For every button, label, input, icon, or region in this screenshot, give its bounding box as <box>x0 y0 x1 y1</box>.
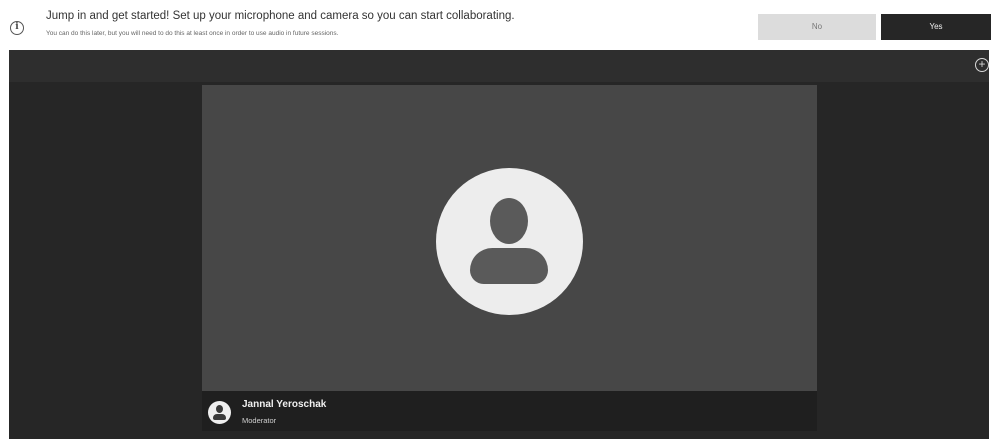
banner-title: Jump in and get started! Set up your mic… <box>46 10 515 22</box>
video-stage: + Jannal Yeroschak Moderator <box>9 50 989 439</box>
setup-banner: i Jump in and get started! Set up your m… <box>0 0 998 50</box>
participant-nameplate: Jannal Yeroschak Moderator <box>202 391 817 431</box>
add-circle-icon[interactable]: + <box>975 58 989 72</box>
participant-video-tile <box>202 85 817 391</box>
avatar-body <box>470 248 548 284</box>
participant-role: Moderator <box>242 416 277 425</box>
info-icon: i <box>10 21 24 35</box>
stage-toolbar: + <box>9 50 989 82</box>
yes-button[interactable]: Yes <box>881 14 991 40</box>
avatar-head <box>490 198 528 244</box>
user-avatar-icon-small <box>208 401 231 424</box>
banner-subtitle: You can do this later, but you will need… <box>46 30 339 37</box>
participant-name: Jannal Yeroschak <box>242 399 327 410</box>
user-avatar-icon <box>436 168 583 315</box>
no-button[interactable]: No <box>758 14 876 40</box>
